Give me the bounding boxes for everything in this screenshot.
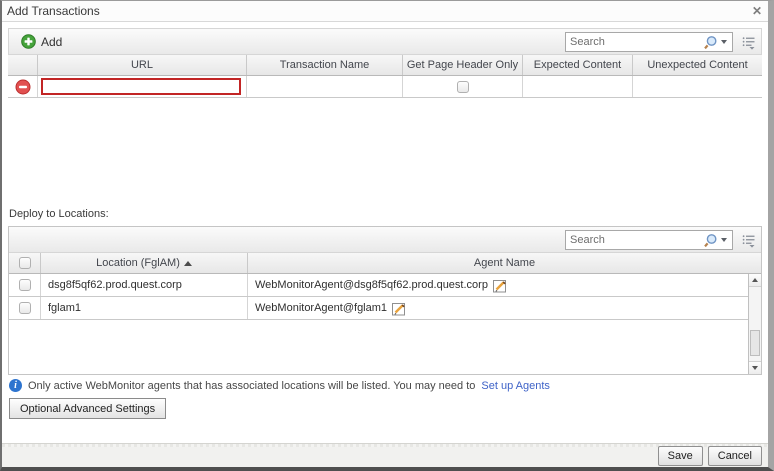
get-page-header-only-checkbox[interactable] [457,81,469,93]
column-header-get-page-header-only[interactable]: Get Page Header Only [403,55,523,75]
agent-name-cell: WebMonitorAgent@fglam1 [248,297,748,319]
column-header-url[interactable]: URL [38,55,247,75]
column-header-location-label: Location (FglAM) [96,257,180,269]
add-button-label: Add [41,35,62,49]
select-all-header-cell [9,253,41,273]
cancel-button[interactable]: Cancel [708,446,762,466]
scroll-down-button[interactable] [749,361,761,374]
add-transactions-dialog: Add Transactions ✕ Add [0,0,774,471]
deploy-to-locations-label: Deploy to Locations: [9,208,109,220]
column-header-transaction-name[interactable]: Transaction Name [247,55,403,75]
column-header-agent-name[interactable]: Agent Name [248,253,761,273]
location-cell: dsg8f5qf62.prod.quest.corp [41,274,248,296]
grid-customizer-icon[interactable] [742,36,756,50]
transactions-search-box [565,32,733,52]
location-cell: fglam1 [41,297,248,319]
scroll-up-button[interactable] [749,274,761,287]
delete-cell [8,76,38,97]
add-icon [21,34,36,49]
deploy-locations-grid: Location (FglAM) Agent Name dsg8f5qf62.p… [8,226,762,375]
expected-content-cell[interactable] [523,76,633,97]
column-header-location[interactable]: Location (FglAM) [41,253,248,273]
dialog-title: Add Transactions [7,4,100,18]
location-row[interactable]: dsg8f5qf62.prod.quest.corp WebMonitorAge… [9,274,748,297]
search-options-caret-icon [721,238,727,242]
transactions-header-row: URL Transaction Name Get Page Header Onl… [8,55,762,76]
save-button[interactable]: Save [658,446,703,466]
close-icon[interactable]: ✕ [752,3,762,19]
search-options-caret-icon [721,40,727,44]
row-checkbox[interactable] [19,279,31,291]
info-text: Only active WebMonitor agents that has a… [28,380,475,392]
row-select-cell [9,297,41,319]
agent-name-text: WebMonitorAgent@fglam1 [255,302,387,314]
edit-agent-icon[interactable] [392,302,407,316]
grid-customizer-icon[interactable] [742,234,756,248]
transactions-toolbar: Add [8,28,762,55]
column-header-expected-content[interactable]: Expected Content [523,55,633,75]
delete-row-icon[interactable] [15,79,31,95]
transaction-name-cell[interactable] [247,76,403,97]
transaction-row [8,76,762,98]
edit-agent-icon[interactable] [493,279,508,293]
url-input[interactable] [41,78,241,95]
url-cell [38,76,247,97]
set-up-agents-link[interactable]: Set up Agents [481,380,550,392]
deploy-header-row: Location (FglAM) Agent Name [9,253,761,274]
transactions-grid: Add URL Trans [8,28,762,98]
deploy-search-button[interactable] [701,233,732,248]
agent-name-cell: WebMonitorAgent@dsg8f5qf62.prod.quest.co… [248,274,748,296]
location-row[interactable]: fglam1 WebMonitorAgent@fglam1 [9,297,748,320]
column-header-delete [8,55,38,75]
scroll-up-icon [752,278,758,282]
unexpected-content-cell[interactable] [633,76,762,97]
search-icon [703,35,718,50]
scroll-down-icon [752,366,758,370]
dialog-footer: Save Cancel [2,443,768,467]
info-note: i Only active WebMonitor agents that has… [9,379,550,392]
search-icon [703,233,718,248]
transactions-search-input[interactable] [566,34,701,50]
row-checkbox[interactable] [19,302,31,314]
column-header-unexpected-content[interactable]: Unexpected Content [633,55,762,75]
agent-name-text: WebMonitorAgent@dsg8f5qf62.prod.quest.co… [255,279,488,291]
get-page-header-only-cell [403,76,523,97]
info-icon: i [9,379,22,392]
search-button[interactable] [701,35,732,50]
sort-ascending-icon [184,261,192,266]
scrollbar-thumb[interactable] [750,330,760,356]
deploy-search-input[interactable] [566,232,701,248]
add-button[interactable]: Add [21,34,62,49]
optional-advanced-settings-button[interactable]: Optional Advanced Settings [9,398,166,419]
deploy-grid-body: dsg8f5qf62.prod.quest.corp WebMonitorAge… [9,274,761,374]
deploy-toolbar [9,227,761,253]
select-all-checkbox[interactable] [19,257,31,269]
deploy-search-box [565,230,733,250]
vertical-scrollbar[interactable] [748,274,761,374]
dialog-titlebar: Add Transactions ✕ [2,1,768,22]
row-select-cell [9,274,41,296]
